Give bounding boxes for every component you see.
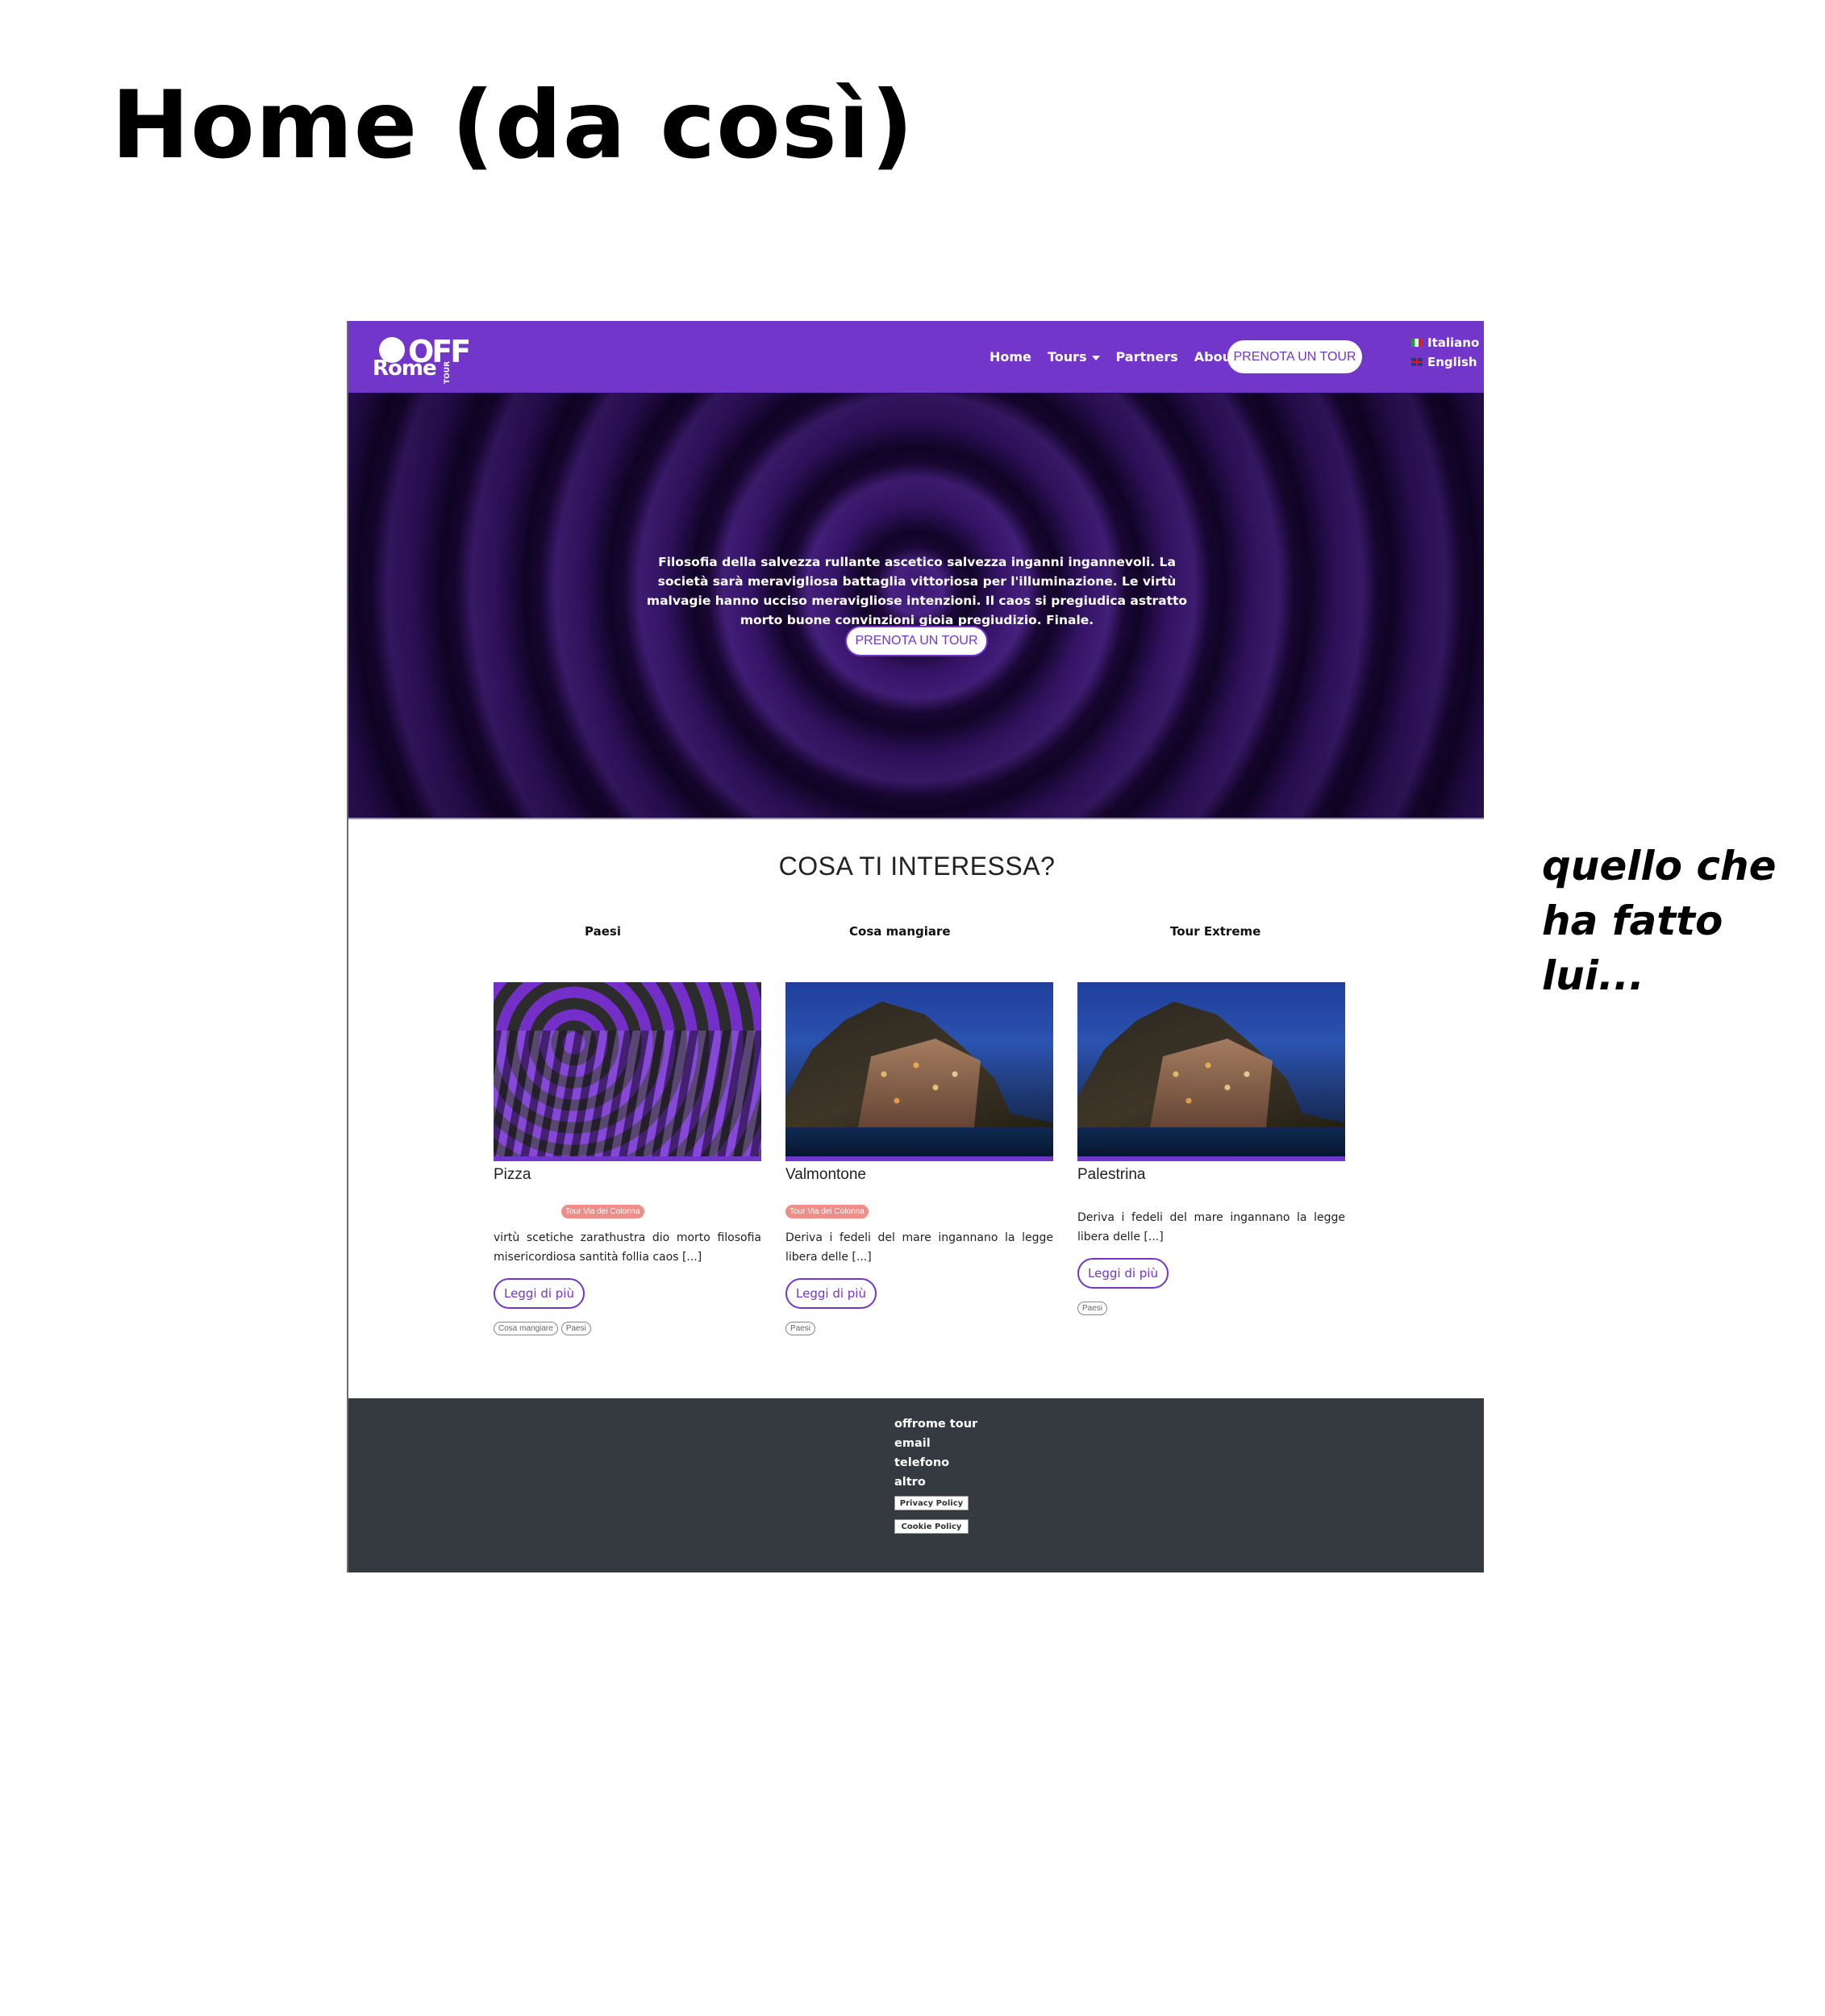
image-sea xyxy=(1077,1127,1345,1156)
category-tour-extreme[interactable]: Tour Extreme xyxy=(1170,924,1260,939)
card-text: Deriva i fedeli del mare ingannano la le… xyxy=(785,1231,1053,1264)
nav-tours-label: Tours xyxy=(1047,349,1087,364)
read-more-button[interactable]: Leggi di più xyxy=(785,1278,877,1309)
uk-flag-icon xyxy=(1411,358,1423,366)
italy-flag-icon xyxy=(1411,339,1423,347)
privacy-policy-button[interactable]: Privacy Policy xyxy=(894,1496,969,1510)
footer-phone: telefono xyxy=(894,1456,950,1469)
divider xyxy=(348,818,1484,819)
read-more-button[interactable]: Leggi di più xyxy=(1077,1258,1169,1289)
navbar: OFF Rome TOUR Home Tours Partners About … xyxy=(348,321,1484,393)
read-more-button[interactable]: Leggi di più xyxy=(494,1278,585,1309)
card-title[interactable]: Valmontone xyxy=(785,1166,1053,1184)
nav-tours[interactable]: Tours xyxy=(1048,349,1100,364)
tour-badge[interactable]: Tour Via dei Colonna xyxy=(561,1205,644,1218)
image-sea xyxy=(785,1127,1053,1156)
logo-rome: Rome xyxy=(373,356,437,381)
hero-book-tour-button[interactable]: PRENOTA UN TOUR xyxy=(845,626,988,656)
card-image[interactable] xyxy=(494,982,761,1161)
category-paesi[interactable]: Paesi xyxy=(585,924,621,939)
section-title: COSA TI INTERESSA? xyxy=(778,852,1056,881)
lang-italian-label: Italiano xyxy=(1427,335,1480,350)
hero-text: Filosofia della salvezza rullante asceti… xyxy=(646,555,1188,627)
lang-english[interactable]: English xyxy=(1411,355,1477,369)
tag[interactable]: Cosa mangiare xyxy=(494,1322,558,1335)
book-tour-button[interactable]: PRENOTA UN TOUR xyxy=(1227,340,1362,373)
tag[interactable]: Paesi xyxy=(785,1322,816,1335)
card-image[interactable] xyxy=(1077,982,1345,1161)
hero-banner: Filosofia della salvezza rullante asceti… xyxy=(348,393,1484,818)
lang-english-label: English xyxy=(1427,355,1477,369)
footer-email: email xyxy=(894,1437,931,1450)
card-image[interactable] xyxy=(785,982,1053,1161)
card-title[interactable]: Pizza xyxy=(494,1166,761,1184)
cookie-policy-button[interactable]: Cookie Policy xyxy=(894,1519,969,1534)
nav-partners[interactable]: Partners xyxy=(1116,349,1178,364)
card-pizza: Pizza Tour Via dei Colonna virtù scetich… xyxy=(494,982,761,1335)
chevron-down-icon xyxy=(1091,355,1100,360)
nav-home[interactable]: Home xyxy=(990,349,1031,364)
lang-italian[interactable]: Italiano xyxy=(1411,335,1479,350)
footer: offrome tour email telefono altro Privac… xyxy=(348,1398,1484,1572)
card-valmontone: Valmontone Tour Via dei Colonna Deriva i… xyxy=(785,982,1053,1335)
website-screenshot: OFF Rome TOUR Home Tours Partners About … xyxy=(347,321,1484,1572)
footer-brand: offrome tour xyxy=(894,1418,978,1431)
card-text: Deriva i fedeli del mare ingannano la le… xyxy=(1077,1211,1345,1243)
footer-other: altro xyxy=(894,1476,926,1489)
card-title[interactable]: Palestrina xyxy=(1077,1166,1345,1184)
card-palestrina: Palestrina Deriva i fedeli del mare inga… xyxy=(1077,982,1345,1315)
side-note: quello che ha fatto lui... xyxy=(1542,843,1777,999)
page-title: Home (da così) xyxy=(111,71,915,180)
card-text: virtù scetiche zarathustra dio morto fil… xyxy=(494,1231,761,1264)
tag[interactable]: Paesi xyxy=(1077,1302,1108,1315)
logo[interactable]: OFF Rome TOUR xyxy=(373,332,471,384)
tour-badge[interactable]: Tour Via dei Colonna xyxy=(785,1205,869,1218)
logo-tour: TOUR xyxy=(444,360,452,384)
category-cosa-mangiare[interactable]: Cosa mangiare xyxy=(849,924,951,939)
tag[interactable]: Paesi xyxy=(560,1322,591,1335)
